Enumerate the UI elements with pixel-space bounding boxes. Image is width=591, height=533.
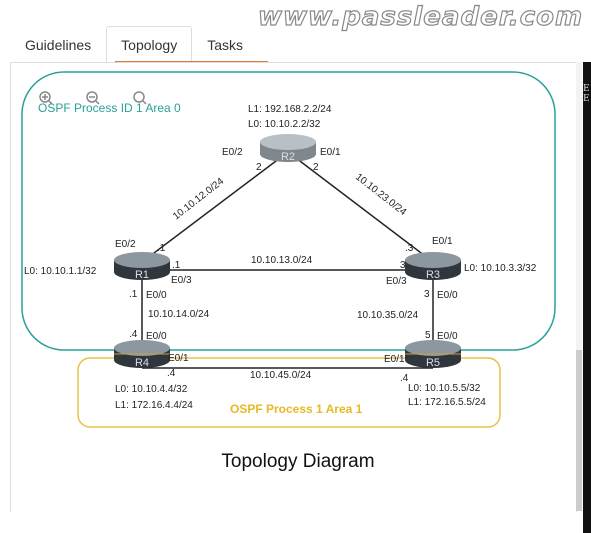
r2-if: E0/2: [222, 147, 243, 158]
router-r2[interactable]: R2: [260, 134, 316, 163]
r3-ip: 3: [424, 289, 430, 300]
r1-if: E0/0: [146, 290, 167, 301]
r5-if: E0/0: [437, 331, 458, 342]
r5-l1-label: L1: 172.16.5.5/24: [408, 397, 486, 408]
r1-ip: .1: [157, 243, 166, 254]
link-r4r5-net: 10.10.45.0/24: [250, 370, 312, 381]
r1-if: E0/2: [115, 239, 136, 250]
r5-l0-label: L0: 10.10.5.5/32: [408, 383, 481, 394]
r5-if: E0/1: [384, 354, 405, 365]
r3-l0-label: L0: 10.10.3.3/32: [464, 263, 537, 274]
r1-ip: .1: [172, 260, 181, 271]
r4-ip: .4: [167, 368, 176, 379]
r5-ip: .4: [400, 373, 409, 384]
area0-label: OSPF Process ID 1 Area 0: [38, 101, 181, 115]
router-label: R2: [281, 151, 295, 163]
link-r1r4-net: 10.10.14.0/24: [148, 309, 210, 320]
r2-l1-label: L1: 192.168.2.2/24: [248, 104, 332, 115]
area1-label: OSPF Process 1 Area 1: [230, 402, 363, 416]
r2-l0-label: L0: 10.10.2.2/32: [248, 119, 321, 130]
r3-if: E0/1: [432, 236, 453, 247]
r1-ip: .1: [129, 289, 138, 300]
link-r1r3-net: 10.10.13.0/24: [251, 255, 313, 266]
topology-diagram: OSPF Process ID 1 Area 0 OSPF Process 1 …: [21, 71, 556, 472]
router-r5[interactable]: R5: [405, 340, 461, 369]
r4-if: E0/1: [168, 353, 189, 364]
r3-if: E0/3: [386, 276, 407, 287]
r1-if: E0/3: [171, 275, 192, 286]
link-r2r3-net: 10.10.23.0/24: [353, 172, 408, 219]
router-label: R4: [135, 357, 149, 369]
r4-l1-label: L1: 172.16.4.4/24: [115, 400, 193, 411]
r1-l0-label: L0: 10.10.1.1/32: [24, 266, 97, 277]
r3-ip: .3: [405, 243, 414, 254]
router-r3[interactable]: R3: [405, 252, 461, 281]
diagram-caption: Topology Diagram: [221, 451, 374, 472]
router-r4[interactable]: R4: [114, 340, 170, 369]
r2-if: E0/1: [320, 147, 341, 158]
link-r1r2-net: 10.10.12.0/24: [171, 176, 226, 223]
r5-ip: 5: [425, 330, 431, 341]
router-label: R3: [426, 269, 440, 281]
router-label: R5: [426, 357, 440, 369]
link-r3r5-net: 10.10.35.0/24: [357, 310, 419, 321]
r4-ip: .4: [129, 329, 138, 340]
r4-if: E0/0: [146, 331, 167, 342]
r3-ip: 3: [400, 260, 406, 271]
router-label: R1: [135, 269, 149, 281]
r2-ip: 2: [313, 162, 319, 173]
router-r1[interactable]: R1: [114, 252, 170, 281]
r4-l0-label: L0: 10.10.4.4/32: [115, 384, 188, 395]
r3-if: E0/0: [437, 290, 458, 301]
r2-ip: 2: [256, 162, 262, 173]
